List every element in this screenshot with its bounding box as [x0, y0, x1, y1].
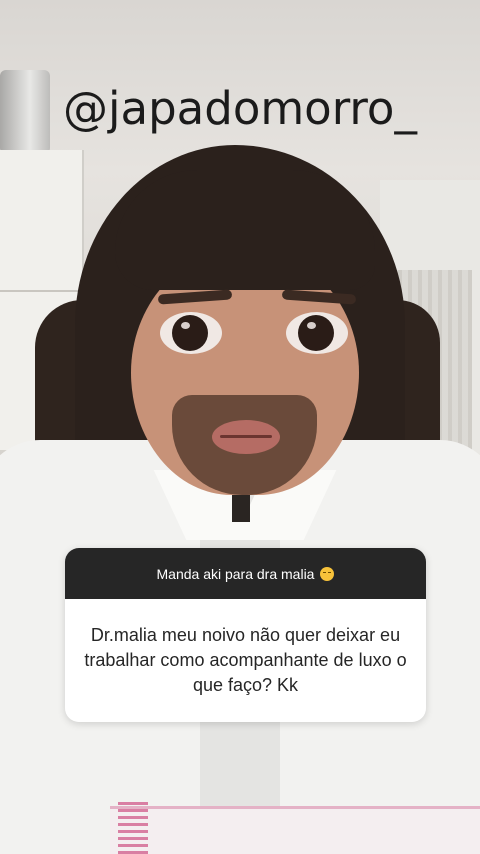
question-answer: Dr.malia meu noivo não quer deixar eu tr… [84, 625, 407, 695]
eye-left [160, 312, 222, 354]
eye-right [286, 312, 348, 354]
iris [172, 315, 208, 351]
question-sticker-header: Manda aki para dra malia [65, 548, 426, 599]
hair-bangs [115, 170, 375, 290]
question-sticker[interactable]: Manda aki para dra malia Dr.malia meu no… [65, 548, 426, 722]
username-overlay[interactable]: @japadomorro_ [0, 82, 480, 135]
iris [298, 315, 334, 351]
question-sticker-body: Dr.malia meu noivo não quer deixar eu tr… [65, 599, 426, 722]
notebook [110, 806, 480, 854]
mouth [212, 420, 280, 454]
notebook-spiral [118, 800, 148, 854]
question-prompt: Manda aki para dra malia [156, 565, 315, 582]
pensive-face-icon [320, 566, 335, 581]
story-view[interactable]: @japadomorro_ Manda aki para dra malia D… [0, 0, 480, 854]
